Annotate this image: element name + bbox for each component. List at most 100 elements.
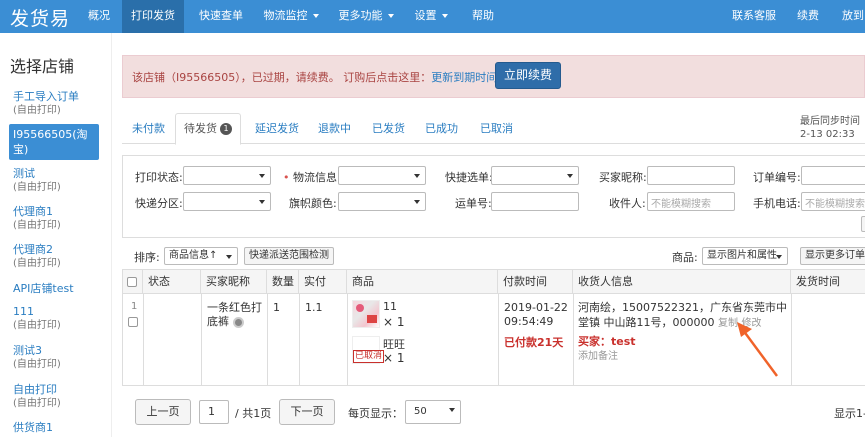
edit-link[interactable]: 修改 xyxy=(741,318,761,329)
sidebar-item-name: 代理商1 xyxy=(13,205,53,218)
sidebar-item-free-print[interactable]: 自由打印 (自由打印) xyxy=(13,383,103,410)
page-number-input[interactable]: 1 xyxy=(199,400,229,424)
sidebar-item-name: 测试3 xyxy=(13,344,42,357)
more-order-info-button[interactable]: 显示更多订单信 xyxy=(800,247,865,265)
tab-cancelled[interactable]: 已取消 xyxy=(480,114,513,144)
sidebar-item-agent2[interactable]: 代理商2 (自由打印) xyxy=(13,243,103,270)
sidebar-item-sub: (自由打印) xyxy=(13,182,61,193)
tab-delayed-shipment[interactable]: 延迟发货 xyxy=(255,114,299,144)
header-select-all[interactable] xyxy=(123,270,143,294)
sidebar-item-sub: (自由打印) xyxy=(13,320,61,331)
app-logo[interactable]: 发货易 xyxy=(10,4,70,31)
wangwang-chat-icon[interactable] xyxy=(232,316,244,328)
print-status-select[interactable] xyxy=(183,166,271,185)
nav-cutoff[interactable]: 放到 xyxy=(838,0,865,33)
pay-date: 2019-01-22 xyxy=(504,301,568,314)
buyer-nick-label: 买家昵称: xyxy=(599,171,647,184)
per-page-label: 每页显示： xyxy=(348,407,403,420)
copy-link[interactable]: 复制 xyxy=(718,318,738,329)
nav-renew[interactable]: 续费 xyxy=(792,0,824,33)
express-zone-select[interactable] xyxy=(183,192,271,211)
col-goods: 商品 xyxy=(347,270,498,294)
express-select-label: 快捷选单: xyxy=(445,171,493,184)
nav-print-ship[interactable]: 打印发货 xyxy=(122,0,184,33)
sidebar-item-name: 手工导入订单 xyxy=(13,90,79,103)
goods-display-select[interactable]: 显示图片和属性 xyxy=(702,247,788,265)
nav-quick-lookup[interactable]: 快速查单 xyxy=(190,0,252,33)
row-checkbox[interactable] xyxy=(128,317,138,327)
nav-logistics-monitor[interactable]: 物流监控 xyxy=(258,0,324,33)
sidebar-item-111[interactable]: 111 (自由打印) xyxy=(13,305,103,332)
alert-text: 该店铺（I95566505），已过期，请续费。 订购后点击这里： xyxy=(132,71,432,84)
nav-overview[interactable]: 概况 xyxy=(80,0,118,33)
update-expiry-link[interactable]: 更新到期时间 xyxy=(431,71,497,84)
sidebar-item-taobao-store[interactable]: I95566505(淘宝) xyxy=(9,124,99,160)
select-all-checkbox[interactable] xyxy=(127,277,137,287)
sidebar-item-name: 供货商1 xyxy=(13,421,53,434)
col-buyer: 买家昵称 xyxy=(201,270,267,294)
col-quantity: 数量 xyxy=(267,270,299,294)
last-sync-info: 最后同步时间 2-13 02:33 xyxy=(800,115,860,141)
product-thumbnail[interactable] xyxy=(352,300,380,328)
pending-count-badge: 1 xyxy=(220,123,232,135)
nav-settings[interactable]: 设置 xyxy=(410,0,452,33)
receiver-address: 河南绘，15007522321，广东省东莞市中堂镇 中山路11号，000000 … xyxy=(578,300,788,331)
nav-settings-label: 设置 xyxy=(414,9,437,22)
tab-pending-label: 待发货 xyxy=(184,122,217,135)
col-pay-time: 付款时间 xyxy=(498,270,573,294)
alert-message: 该店铺（I95566505），已过期，请续费。 订购后点击这里：更新到期时间 xyxy=(132,69,497,85)
expired-alert: 该店铺（I95566505），已过期，请续费。 订购后点击这里：更新到期时间 立… xyxy=(122,55,865,98)
phone-input[interactable]: 不能模糊搜索 xyxy=(801,192,865,211)
chevron-down-icon xyxy=(441,14,448,18)
product-qty: × 1 xyxy=(383,351,405,365)
per-page-select[interactable]: 50 xyxy=(405,400,461,424)
logistics-info-select[interactable] xyxy=(338,166,426,185)
add-note-link[interactable]: 添加备注 xyxy=(578,347,618,362)
table-header: 状态 买家昵称 数量 实付 商品 付款时间 收货人信息 发货时间 xyxy=(123,270,865,294)
sidebar-item-name: 代理商2 xyxy=(13,243,53,256)
tab-refunding[interactable]: 退款中 xyxy=(318,114,351,144)
sidebar-item-manual-import[interactable]: 手工导入订单 (自由打印) xyxy=(13,90,103,117)
sidebar-item-sub: (自由打印) xyxy=(13,359,61,370)
buyer-nickname: 一条红色打底裤 xyxy=(207,301,263,329)
next-page-button[interactable]: 下一页 xyxy=(279,399,335,425)
goods-display-label: 商品: xyxy=(672,251,698,264)
sidebar-item-sub: (自由打印) xyxy=(13,258,61,269)
sort-label: 排序: xyxy=(134,251,160,264)
sidebar-item-supplier1[interactable]: 供货商1 xyxy=(13,421,103,435)
logistics-info-label: • 物流信息: xyxy=(283,169,341,185)
renew-now-button[interactable]: 立即续费 xyxy=(495,62,561,89)
tab-pending-shipment[interactable]: 待发货 1 xyxy=(175,113,241,145)
sidebar-item-test[interactable]: 测试 (自由打印) xyxy=(13,167,103,194)
buyer-nick-input[interactable] xyxy=(647,166,735,185)
nav-help[interactable]: 帮助 xyxy=(466,0,500,33)
total-pages: / 共1页 xyxy=(235,407,272,420)
sidebar-item-agent1[interactable]: 代理商1 (自由打印) xyxy=(13,205,103,232)
list-toolbar: 排序: 商品信息↑ 快递派送范围检测 商品: 显示图片和属性 显示更多订单信 xyxy=(122,246,865,266)
chevron-down-icon xyxy=(387,14,394,18)
sidebar-item-test3[interactable]: 测试3 (自由打印) xyxy=(13,344,103,371)
search-button[interactable] xyxy=(861,216,865,232)
column-divider xyxy=(143,294,144,386)
tab-completed[interactable]: 已成功 xyxy=(425,114,458,144)
sidebar-item-name: API店铺test xyxy=(13,282,74,295)
waybill-no-input[interactable] xyxy=(491,192,579,211)
tab-shipped[interactable]: 已发货 xyxy=(372,114,405,144)
receiver-input[interactable]: 不能模糊搜索 xyxy=(647,192,735,211)
sort-select[interactable]: 商品信息↑ xyxy=(164,247,238,265)
prev-page-button[interactable]: 上一页 xyxy=(135,399,191,425)
showing-range: 显示1- xyxy=(834,407,865,420)
nav-more-features[interactable]: 更多功能 xyxy=(334,0,398,33)
order-no-input[interactable] xyxy=(801,166,865,185)
print-status-label: 打印状态: xyxy=(135,171,183,184)
express-select-select[interactable] xyxy=(491,166,579,185)
range-check-button[interactable]: 快递派送范围检测 xyxy=(244,247,334,265)
express-zone-label: 快递分区: xyxy=(135,197,183,210)
row-index: 1 xyxy=(131,301,138,312)
product-thumbnail[interactable]: 已取消 xyxy=(352,336,385,364)
nav-contact-support[interactable]: 联系客服 xyxy=(726,0,782,33)
sidebar-item-api-store[interactable]: API店铺test xyxy=(13,282,103,296)
filter-panel: 打印状态: • 物流信息: 快捷选单: 买家昵称: 订单编号: 快递分区: 旗帜… xyxy=(122,155,865,238)
tab-unpaid[interactable]: 未付款 xyxy=(132,114,165,144)
flag-color-select[interactable] xyxy=(338,192,426,211)
